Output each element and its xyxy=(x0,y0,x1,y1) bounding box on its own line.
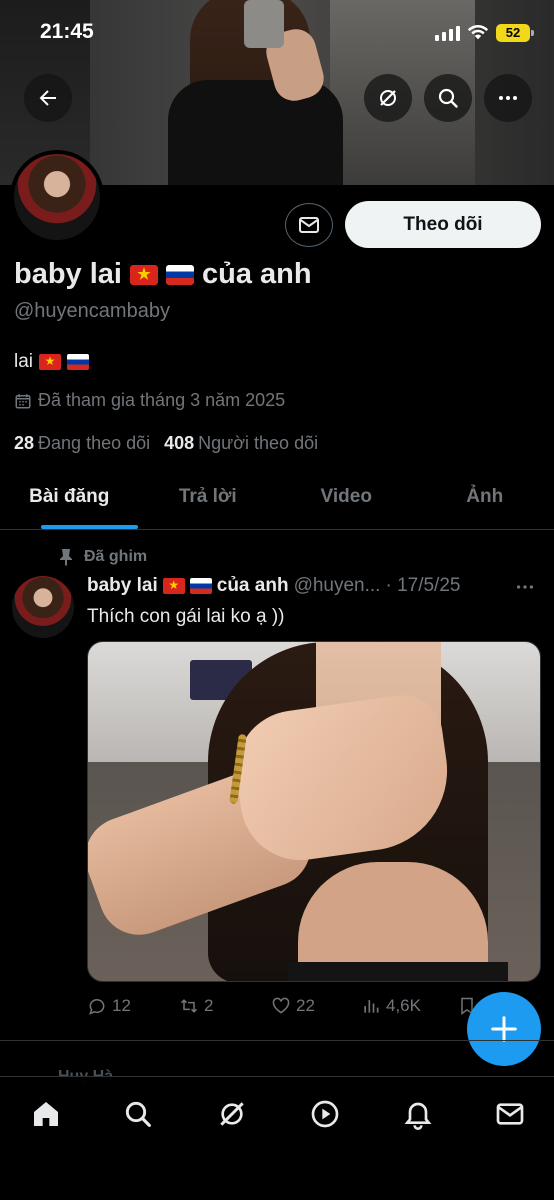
compose-button[interactable] xyxy=(467,992,541,1066)
nav-grok[interactable] xyxy=(215,1097,249,1131)
following-link[interactable]: 28 Đang theo dõi xyxy=(14,433,150,454)
post-author-suffix: của anh xyxy=(216,575,289,596)
search-icon xyxy=(438,88,458,108)
repost-button[interactable]: 2 xyxy=(179,996,271,1016)
join-date: Đã tham gia tháng 3 năm 2025 xyxy=(14,390,285,411)
reply-count: 12 xyxy=(112,996,131,1015)
followers-link[interactable]: 408 Người theo dõi xyxy=(164,433,318,454)
post-actions: 12 2 22 4,6K xyxy=(87,996,487,1016)
search-button[interactable] xyxy=(424,74,472,122)
display-name-text: baby lai xyxy=(14,258,122,290)
followers-label: Người theo dõi xyxy=(198,433,319,453)
profile-tabs: Bài đăng Trả lời Video Ảnh xyxy=(0,472,554,530)
russia-flag-icon xyxy=(166,264,194,285)
vietnam-flag-icon xyxy=(39,354,62,370)
post-header: baby lai của anh @huyen... · 17/5/25 xyxy=(87,575,460,597)
tab-video[interactable]: Video xyxy=(277,472,416,529)
more-horizontal-icon xyxy=(499,96,517,100)
view-count: 4,6K xyxy=(386,996,421,1015)
nav-search[interactable] xyxy=(121,1097,155,1131)
tab-replies[interactable]: Trả lời xyxy=(139,472,278,529)
following-label: Đang theo dõi xyxy=(38,433,151,453)
pinned-indicator: Đã ghim xyxy=(58,548,147,566)
back-button[interactable] xyxy=(24,74,72,122)
search-icon xyxy=(125,1101,151,1127)
vietnam-flag-icon xyxy=(130,264,158,285)
join-date-text: Đã tham gia tháng 3 năm 2025 xyxy=(38,390,286,410)
nav-messages[interactable] xyxy=(493,1097,527,1131)
post-text: Thích con gái lai ko ạ )) xyxy=(87,606,285,627)
arrow-left-icon xyxy=(39,90,56,106)
pin-icon xyxy=(60,549,72,566)
nav-video[interactable] xyxy=(308,1097,342,1131)
tab-posts[interactable]: Bài đăng xyxy=(0,472,139,529)
reply-icon xyxy=(89,999,105,1015)
post-author-name[interactable]: baby lai xyxy=(87,575,158,597)
nav-notifications[interactable] xyxy=(401,1097,435,1131)
grok-icon xyxy=(220,1102,244,1126)
follow-button[interactable]: Theo dõi xyxy=(345,201,541,248)
calendar-icon xyxy=(15,393,31,408)
tab-photos[interactable]: Ảnh xyxy=(416,472,554,529)
profile-bio: lai xyxy=(14,351,90,373)
profile-avatar[interactable] xyxy=(10,150,104,244)
repost-count: 2 xyxy=(204,996,214,1015)
more-horizontal-icon xyxy=(516,585,534,589)
reply-button[interactable]: 12 xyxy=(87,996,179,1016)
post-image[interactable] xyxy=(87,641,541,982)
post-author-handle[interactable]: @huyen... xyxy=(294,575,381,597)
post-more-button[interactable] xyxy=(514,576,536,604)
russia-flag-icon xyxy=(67,354,90,370)
repost-icon xyxy=(180,999,198,1013)
wifi-icon xyxy=(467,25,489,40)
status-time: 21:45 xyxy=(40,20,94,43)
envelope-icon xyxy=(496,1103,524,1125)
post-date: · 17/5/25 xyxy=(385,575,461,596)
views-button[interactable]: 4,6K xyxy=(361,996,457,1016)
post-divider xyxy=(0,1040,554,1041)
banner-figure-body xyxy=(168,80,343,185)
battery-icon: 52 xyxy=(496,24,534,42)
follow-stats: 28 Đang theo dõi 408 Người theo dõi xyxy=(14,433,318,454)
bio-text: lai xyxy=(14,351,34,372)
vietnam-flag-icon xyxy=(162,578,185,594)
message-button[interactable] xyxy=(285,203,333,247)
like-count: 22 xyxy=(296,996,315,1015)
display-name-suffix: của anh xyxy=(202,258,312,290)
pinned-label: Đã ghim xyxy=(84,548,148,565)
nav-home[interactable] xyxy=(29,1097,63,1131)
following-count: 28 xyxy=(14,433,35,453)
like-button[interactable]: 22 xyxy=(271,996,361,1016)
more-button[interactable] xyxy=(484,74,532,122)
bottom-navigation xyxy=(0,1076,554,1200)
heart-icon xyxy=(272,997,290,1014)
play-icon xyxy=(311,1100,339,1128)
bell-icon xyxy=(404,1102,432,1130)
cellular-signal-icon xyxy=(435,26,460,41)
grok-button[interactable] xyxy=(364,74,412,122)
home-icon xyxy=(34,1102,58,1126)
profile-handle: @huyencambaby xyxy=(14,300,170,322)
profile-display-name: baby lai của anh xyxy=(14,258,312,291)
views-icon xyxy=(364,1000,379,1013)
followers-count: 408 xyxy=(164,433,195,453)
grok-icon xyxy=(380,90,396,106)
status-bar: 21:45 52 xyxy=(0,0,554,62)
russia-flag-icon xyxy=(189,578,212,594)
post-author-avatar[interactable] xyxy=(12,576,74,638)
envelope-icon xyxy=(299,217,319,233)
post-image-clothing xyxy=(288,962,508,981)
